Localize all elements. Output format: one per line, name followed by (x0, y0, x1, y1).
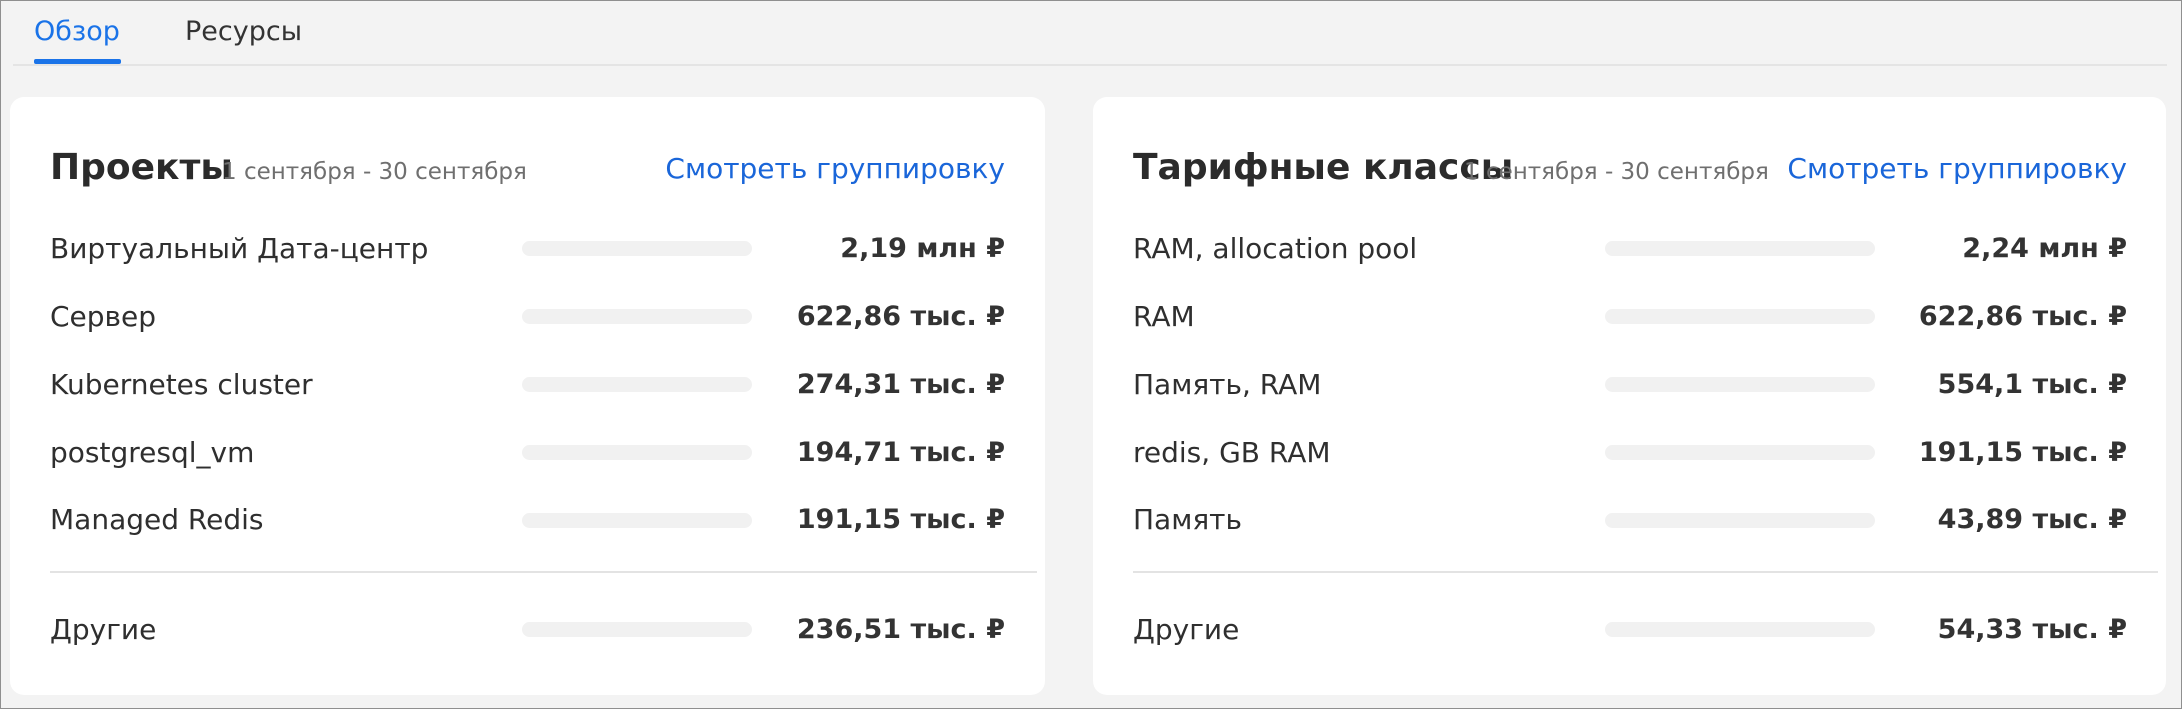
tab-overview[interactable]: Обзор (34, 12, 120, 52)
tab-bar: Обзор Ресурсы (13, 0, 2167, 66)
tariff-other-bar (1605, 622, 1875, 637)
projects-view-grouping-link[interactable]: Смотреть группировку (665, 152, 1005, 186)
projects-row-bar (522, 513, 752, 528)
tariff-classes-period: 1 сентября - 30 сентября (1464, 159, 1769, 185)
projects-row-label: Сервер (50, 300, 157, 333)
projects-row-value: 622,86 тыс. ₽ (796, 301, 1005, 332)
tariff-row-value: 2,24 млн ₽ (1962, 233, 2127, 264)
tariff-row-label: RAM, allocation pool (1133, 232, 1418, 265)
projects-period: 1 сентября - 30 сентября (222, 159, 527, 185)
projects-row-label: Виртуальный Дата-центр (50, 232, 429, 265)
projects-row-value: 274,31 тыс. ₽ (796, 369, 1005, 400)
tariff-row-label: Память, RAM (1133, 368, 1322, 401)
active-tab-indicator (34, 59, 121, 64)
tariff-row-label: redis, GB RAM (1133, 436, 1331, 469)
projects-row-label: Managed Redis (50, 503, 264, 536)
projects-row-value: 2,19 млн ₽ (840, 233, 1005, 264)
tariff-row-bar (1605, 445, 1875, 460)
projects-row-value: 194,71 тыс. ₽ (796, 437, 1005, 468)
projects-row-bar (522, 309, 752, 324)
tariff-row-bar (1605, 241, 1875, 256)
tariff-row-value: 191,15 тыс. ₽ (1918, 437, 2127, 468)
tariff-row-bar (1605, 309, 1875, 324)
tariff-other-value: 54,33 тыс. ₽ (1937, 614, 2127, 645)
tariff-row-label: RAM (1133, 300, 1195, 333)
tariff-row-value: 43,89 тыс. ₽ (1937, 504, 2127, 535)
tariff-divider (1133, 571, 2158, 573)
tariff-row-value: 622,86 тыс. ₽ (1918, 301, 2127, 332)
projects-row-bar (522, 377, 752, 392)
tab-resources[interactable]: Ресурсы (185, 12, 302, 52)
projects-row-value: 191,15 тыс. ₽ (796, 504, 1005, 535)
projects-row-bar (522, 241, 752, 256)
tariff-row-value: 554,1 тыс. ₽ (1937, 369, 2127, 400)
tariff-row-bar (1605, 513, 1875, 528)
tariff-classes-title: Тарифные классы (1133, 147, 1514, 188)
projects-divider (50, 571, 1037, 573)
tariff-other-label: Другие (1133, 613, 1240, 646)
projects-other-label: Другие (50, 613, 157, 646)
projects-row-label: Kubernetes cluster (50, 368, 313, 401)
tariff-row-bar (1605, 377, 1875, 392)
projects-other-bar (522, 622, 752, 637)
tariff-row-label: Память (1133, 503, 1242, 536)
tariff-classes-view-grouping-link[interactable]: Смотреть группировку (1787, 152, 2127, 186)
projects-row-bar (522, 445, 752, 460)
projects-row-label: postgresql_vm (50, 436, 255, 469)
projects-other-value: 236,51 тыс. ₽ (796, 614, 1005, 645)
projects-title: Проекты (50, 147, 233, 188)
